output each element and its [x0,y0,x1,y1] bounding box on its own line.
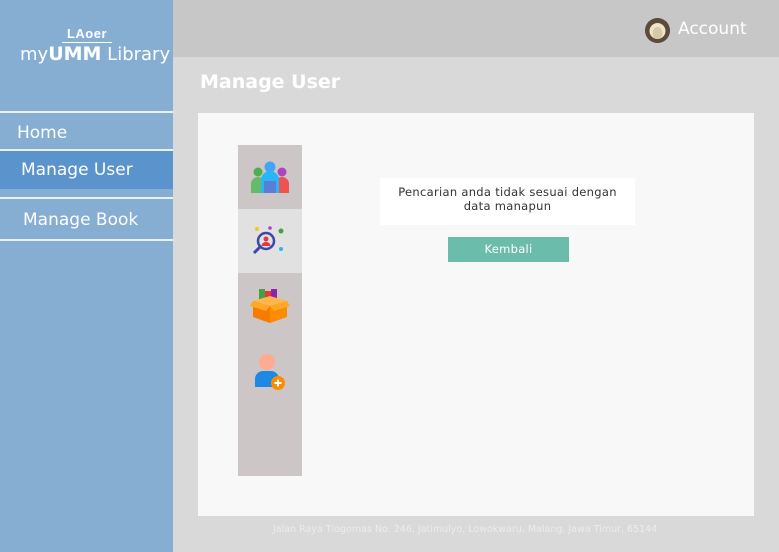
laboratory-logo: LAoer [62,26,112,43]
app-logo[interactable]: myUMM Library [20,43,170,65]
message-line: data manapun [463,199,552,213]
logo-suffix: Library [101,44,171,65]
logo-bold: UMM [48,43,102,65]
sidebar-item-label: Home [17,123,68,143]
users-icon [251,161,289,193]
search-user-icon [252,226,284,255]
footer-address: Jalan Raya Tlogomas No. 246, Jatimulyo, … [273,524,658,535]
sidebar-item-label: Manage Book [23,210,139,230]
sidebar-item-manage-book[interactable]: Manage Book [0,199,173,239]
logo-prefix: my [20,44,49,65]
sidebar-item-label: Manage User [21,160,133,180]
no-results-message: Pencarian anda tidak sesuai dengan data … [380,178,635,225]
add-user-icon [255,354,285,390]
message-line: Pencarian anda tidak sesuai dengan [398,185,617,199]
avatar-icon [645,18,670,43]
add-user-button[interactable] [238,337,302,401]
books-button[interactable] [238,273,302,337]
sidebar-item-home[interactable]: Home [0,113,173,149]
sidebar-item-manage-user[interactable]: Manage User [0,151,173,189]
page-title: Manage User [200,71,341,93]
avatar[interactable] [645,18,670,43]
icon-toolbar [238,145,302,476]
account-link[interactable]: Account [678,19,747,39]
back-button[interactable]: Kembali [448,237,569,262]
sidebar: LAoer myUMM Library Home Manage User Man… [0,0,173,552]
users-button[interactable] [238,145,302,209]
search-user-button[interactable] [238,209,302,273]
books-box-icon [250,289,290,323]
nav-divider [0,239,173,241]
